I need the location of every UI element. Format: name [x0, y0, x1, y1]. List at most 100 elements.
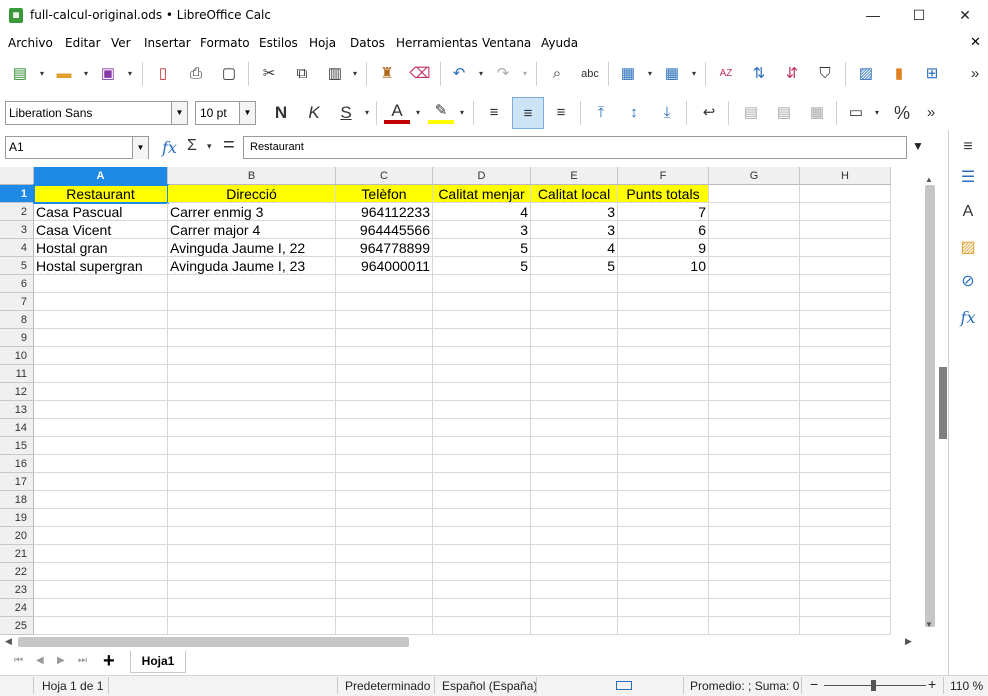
cell[interactable] — [336, 563, 433, 581]
menu-editar[interactable]: Editar — [65, 36, 101, 50]
font-color-icon[interactable]: A — [384, 100, 410, 124]
cell[interactable] — [709, 473, 800, 491]
cell[interactable] — [800, 545, 891, 563]
row-header[interactable]: 14 — [0, 419, 34, 437]
row-header[interactable]: 13 — [0, 401, 34, 419]
cell[interactable] — [709, 365, 800, 383]
toolbar-overflow-icon[interactable]: » — [962, 61, 988, 87]
redo-dropdown-icon[interactable]: ▾ — [520, 61, 530, 87]
cell[interactable] — [433, 401, 531, 419]
menu-herramientas[interactable]: Herramientas — [396, 36, 478, 50]
new-dropdown-icon[interactable]: ▾ — [37, 61, 47, 87]
column-header[interactable]: H — [800, 167, 891, 185]
cell[interactable] — [709, 311, 800, 329]
cell[interactable] — [618, 617, 709, 635]
expand-formula-icon[interactable]: ▼ — [912, 139, 924, 153]
cell[interactable] — [34, 491, 168, 509]
cell[interactable] — [34, 365, 168, 383]
row-header[interactable]: 10 — [0, 347, 34, 365]
cell[interactable] — [168, 455, 336, 473]
cell[interactable] — [618, 419, 709, 437]
cell[interactable] — [433, 365, 531, 383]
cell[interactable] — [709, 239, 800, 257]
row-header[interactable]: 25 — [0, 617, 34, 635]
sort-descending-icon[interactable]: ⇵ — [779, 61, 805, 87]
column-icon[interactable]: ▦ — [659, 61, 685, 87]
align-right-icon[interactable]: ≡ — [548, 100, 574, 126]
cell[interactable] — [531, 275, 618, 293]
menu-estilos[interactable]: Estilos — [259, 36, 298, 50]
data-cell[interactable]: 4 — [433, 203, 531, 221]
cell[interactable] — [34, 383, 168, 401]
align-middle-icon[interactable]: ↕ — [621, 100, 647, 126]
name-box[interactable]: A1 ▼ — [5, 136, 149, 159]
row-header[interactable]: 8 — [0, 311, 34, 329]
cell[interactable] — [800, 617, 891, 635]
cell[interactable] — [800, 365, 891, 383]
cell[interactable] — [168, 617, 336, 635]
insert-chart-icon[interactable]: ▮ — [886, 61, 912, 87]
cell[interactable] — [709, 383, 800, 401]
cell[interactable] — [433, 347, 531, 365]
cell[interactable] — [168, 437, 336, 455]
menu-hoja[interactable]: Hoja — [309, 36, 336, 50]
row-header[interactable]: 4 — [0, 239, 34, 257]
chevron-down-icon[interactable]: ▼ — [132, 137, 148, 159]
save-dropdown-icon[interactable]: ▾ — [125, 61, 135, 87]
add-sheet-button[interactable]: + — [103, 650, 115, 673]
cell[interactable] — [800, 293, 891, 311]
cell[interactable] — [618, 401, 709, 419]
cell[interactable] — [618, 275, 709, 293]
cell[interactable] — [531, 329, 618, 347]
cell[interactable] — [433, 473, 531, 491]
zoom-slider-handle[interactable] — [871, 680, 876, 691]
cell[interactable] — [800, 509, 891, 527]
header-cell[interactable]: Calitat menjar — [433, 185, 531, 203]
cell[interactable] — [34, 527, 168, 545]
cell[interactable] — [618, 383, 709, 401]
cell[interactable] — [34, 275, 168, 293]
last-sheet-icon[interactable]: ⏭ — [78, 655, 87, 666]
cell[interactable] — [618, 455, 709, 473]
row-header[interactable]: 5 — [0, 257, 34, 275]
spelling-icon[interactable]: abc — [577, 61, 603, 87]
align-left-icon[interactable]: ≡ — [481, 100, 507, 126]
data-cell[interactable]: 5 — [433, 257, 531, 275]
cell[interactable] — [531, 365, 618, 383]
cell[interactable] — [531, 545, 618, 563]
cell[interactable] — [709, 599, 800, 617]
paste-icon[interactable]: ▥ — [322, 61, 348, 87]
cell[interactable] — [800, 455, 891, 473]
menu-ventana[interactable]: Ventana — [482, 36, 531, 50]
save-icon[interactable]: ▣ — [95, 61, 121, 87]
column-dropdown-icon[interactable]: ▾ — [689, 61, 699, 87]
row-header[interactable]: 15 — [0, 437, 34, 455]
cell[interactable] — [800, 239, 891, 257]
cell[interactable] — [709, 185, 800, 203]
cell[interactable] — [168, 311, 336, 329]
row-header[interactable]: 21 — [0, 545, 34, 563]
align-top-icon[interactable]: ⤒ — [588, 100, 614, 126]
cell[interactable] — [336, 311, 433, 329]
new-icon[interactable]: ▤ — [7, 61, 33, 87]
copy-icon[interactable]: ⧉ — [289, 61, 315, 87]
close-button[interactable]: ✕ — [942, 0, 988, 31]
column-header[interactable]: C — [336, 167, 433, 185]
sidebar-collapse-handle[interactable] — [939, 367, 947, 439]
data-cell[interactable]: Carrer major 4 — [168, 221, 336, 239]
cell[interactable] — [800, 401, 891, 419]
sort-ascending-icon[interactable]: ⇅ — [746, 61, 772, 87]
cell[interactable] — [336, 275, 433, 293]
cell[interactable] — [709, 455, 800, 473]
cell[interactable] — [336, 509, 433, 527]
cell[interactable] — [433, 383, 531, 401]
cell[interactable] — [531, 509, 618, 527]
print-preview-icon[interactable]: ▢ — [216, 61, 242, 87]
cell[interactable] — [709, 527, 800, 545]
cell[interactable] — [709, 437, 800, 455]
cell[interactable] — [433, 617, 531, 635]
cell[interactable] — [800, 329, 891, 347]
cell[interactable] — [34, 563, 168, 581]
row-header[interactable]: 16 — [0, 455, 34, 473]
cell[interactable] — [433, 455, 531, 473]
